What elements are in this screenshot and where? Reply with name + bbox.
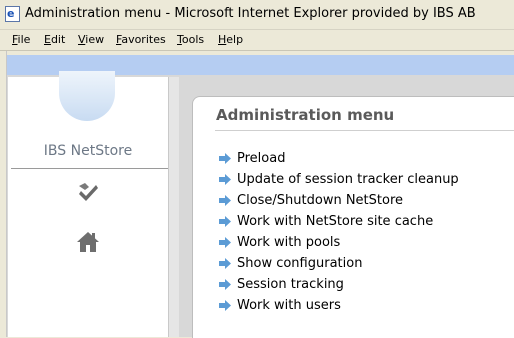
sidebar-divider [11,168,168,169]
link-label[interactable]: Session tracking [237,276,344,293]
logo-text[interactable]: IBS NetStore [8,142,168,160]
arrow-right-icon [219,195,231,206]
menu-help[interactable]: Help [218,33,243,47]
menu-view[interactable]: View [78,33,104,47]
link-label[interactable]: Work with users [237,297,341,314]
menu-tools[interactable]: Tools [177,33,204,47]
arrow-right-icon [219,174,231,185]
arrow-right-icon [219,153,231,164]
home-icon[interactable] [76,230,100,254]
ie-page-icon[interactable]: e [5,6,20,22]
title-bar: e Administration menu - Microsoft Intern… [0,0,514,30]
menu-file[interactable]: File [12,33,30,47]
main-content: Administration menu Preload Update of se… [192,96,514,338]
link-label[interactable]: Close/Shutdown NetStore [237,192,403,209]
sidebar-splitter [168,77,179,337]
link-label[interactable]: Update of session tracker cleanup [237,171,459,188]
menu-favorites[interactable]: Favorites [116,33,166,47]
checkmark-tools-icon[interactable] [76,180,100,204]
sidebar: IBS NetStore [8,71,168,337]
title-underline [215,130,514,131]
window-title: Administration menu - Microsoft Internet… [25,6,476,21]
viewport-left-edge [0,51,7,337]
arrow-right-icon [219,216,231,227]
link-label[interactable]: Preload [237,150,285,167]
arrow-right-icon [219,258,231,269]
page-title: Administration menu [216,106,395,124]
link-label[interactable]: Work with NetStore site cache [237,213,433,230]
logo-globe-icon [59,71,115,121]
arrow-right-icon [219,300,231,311]
menu-edit[interactable]: Edit [44,33,65,47]
link-label[interactable]: Show configuration [237,255,362,272]
menu-bar: File Edit View Favorites Tools Help [0,30,514,51]
arrow-right-icon [219,279,231,290]
link-label[interactable]: Work with pools [237,234,340,251]
arrow-right-icon [219,237,231,248]
